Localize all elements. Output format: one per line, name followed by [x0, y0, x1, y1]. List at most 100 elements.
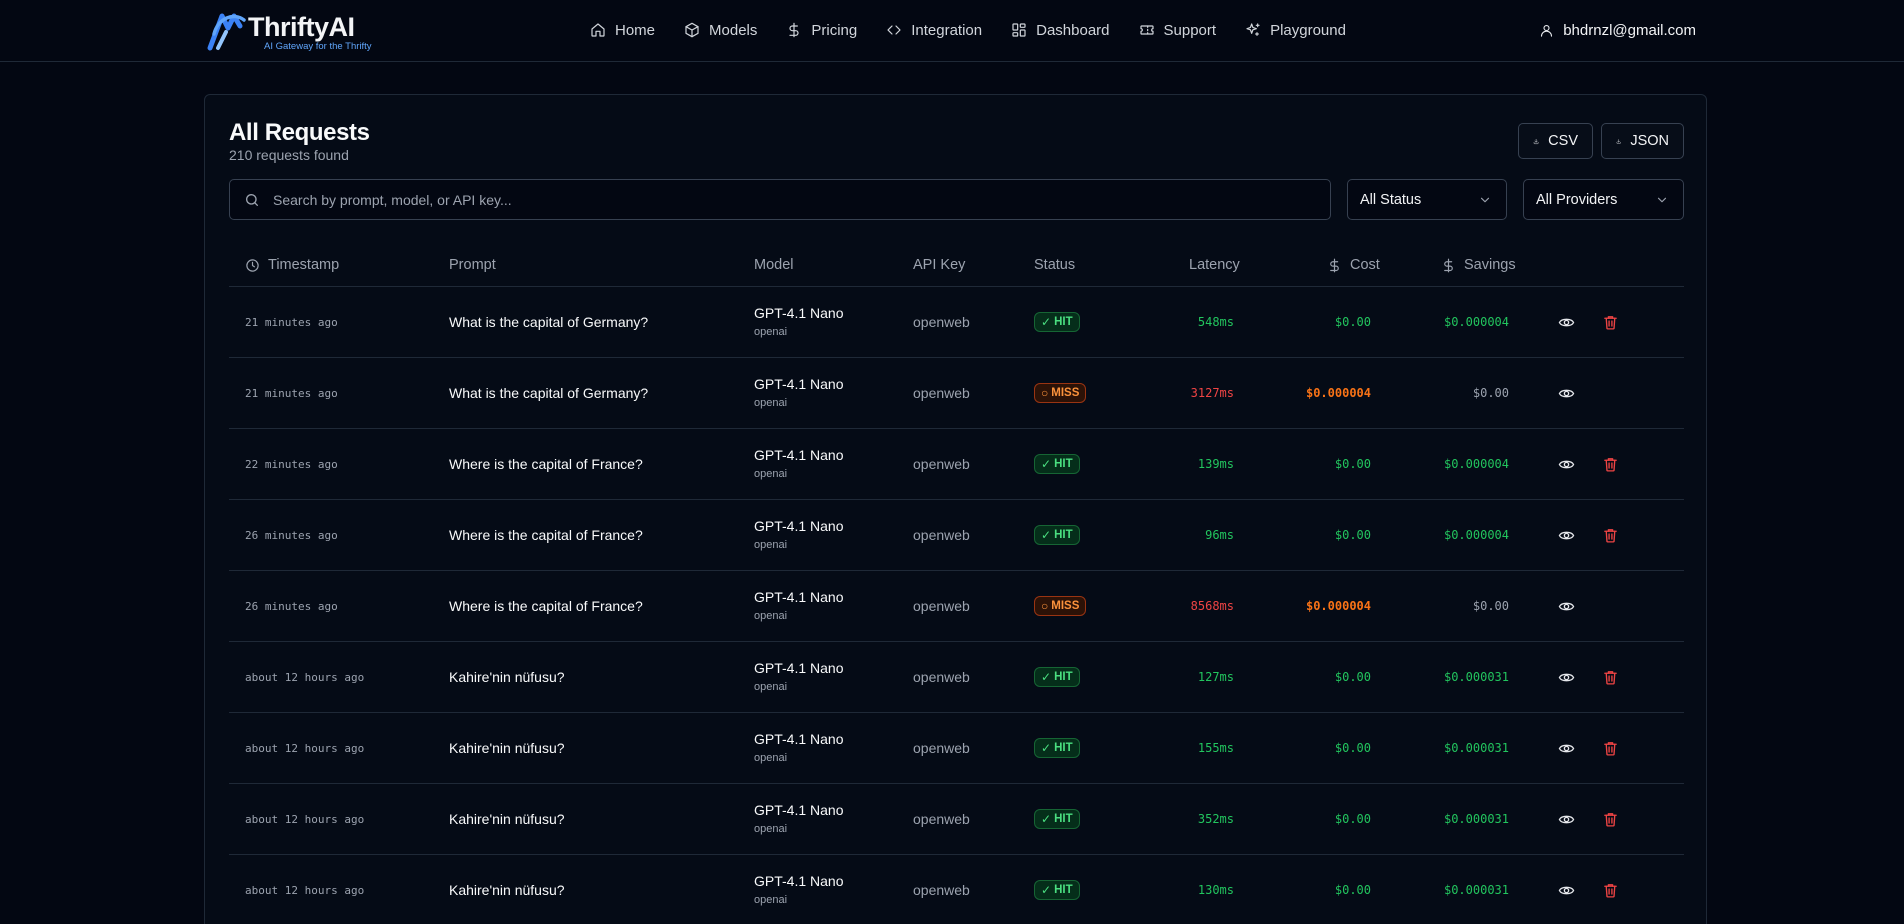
- export-json-button[interactable]: JSON: [1601, 123, 1684, 159]
- delete-button[interactable]: [1602, 713, 1619, 783]
- row-model: GPT-4.1 Nano openai: [754, 784, 844, 854]
- status-glyph-icon: ✓: [1041, 457, 1052, 471]
- nav-pricing[interactable]: Pricing: [786, 22, 857, 39]
- row-latency: 155ms: [1197, 741, 1234, 755]
- grid-icon: [1012, 23, 1026, 37]
- row-cost: $0.00: [1334, 528, 1371, 542]
- delete-button[interactable]: [1602, 429, 1619, 499]
- view-button[interactable]: [1558, 713, 1575, 783]
- nav-support-label: Support: [1163, 21, 1217, 39]
- row-timestamp: 22 minutes ago: [245, 457, 338, 471]
- row-model-name: GPT-4.1 Nano: [754, 802, 844, 818]
- row-status: ○ MISS: [1034, 571, 1087, 641]
- row-model-provider: openai: [754, 397, 788, 409]
- row-model-provider: openai: [754, 326, 788, 338]
- row-model: GPT-4.1 Nano openai: [754, 500, 844, 570]
- delete-button[interactable]: [1602, 855, 1619, 924]
- view-button[interactable]: [1558, 855, 1575, 924]
- row-latency: 3127ms: [1190, 386, 1234, 400]
- nav-home-label: Home: [615, 21, 656, 39]
- status-glyph-icon: ○: [1041, 599, 1049, 613]
- view-button[interactable]: [1558, 784, 1575, 854]
- row-savings: $0.000031: [1443, 741, 1509, 755]
- nav-models[interactable]: Models: [684, 22, 757, 39]
- table-row[interactable]: about 12 hours ago Kahire'nin nüfusu? GP…: [229, 855, 1684, 924]
- table-body: 21 minutes ago What is the capital of Ge…: [229, 287, 1684, 924]
- table-row[interactable]: 26 minutes ago Where is the capital of F…: [229, 500, 1684, 571]
- header-timestamp-label: Timestamp: [268, 257, 340, 273]
- dollar-icon: [1444, 258, 1453, 272]
- delete-button[interactable]: [1602, 500, 1619, 570]
- row-api-key: openweb: [913, 598, 970, 614]
- row-cost: $0.00: [1334, 812, 1371, 826]
- header-savings: Savings: [1441, 243, 1516, 287]
- provider-filter-select[interactable]: All Providers: [1523, 179, 1684, 220]
- nav-dashboard[interactable]: Dashboard: [1011, 21, 1110, 39]
- table-row[interactable]: 21 minutes ago What is the capital of Ge…: [229, 287, 1684, 358]
- sparkles-icon: [1246, 23, 1260, 36]
- delete-button[interactable]: [1602, 642, 1619, 712]
- row-model-provider: openai: [754, 610, 788, 622]
- view-button[interactable]: [1558, 429, 1575, 499]
- row-api-key: openweb: [913, 882, 970, 898]
- table-row[interactable]: 21 minutes ago What is the capital of Ge…: [229, 358, 1684, 429]
- row-model-provider: openai: [754, 681, 788, 693]
- row-model: GPT-4.1 Nano openai: [754, 571, 844, 641]
- delete-button[interactable]: [1602, 784, 1619, 854]
- row-timestamp: 26 minutes ago: [245, 599, 338, 613]
- status-glyph-icon: ✓: [1041, 315, 1052, 329]
- table-row[interactable]: 26 minutes ago Where is the capital of F…: [229, 571, 1684, 642]
- header-status: Status: [1034, 257, 1076, 273]
- requests-card: All Requests 210 requests found CSV JSON…: [204, 94, 1707, 924]
- row-model: GPT-4.1 Nano openai: [754, 713, 844, 783]
- row-api-key: openweb: [913, 527, 970, 543]
- row-cost: $0.00: [1334, 883, 1371, 897]
- view-button[interactable]: [1558, 500, 1575, 570]
- row-savings: $0.000031: [1443, 670, 1509, 684]
- nav-integration[interactable]: Integration: [886, 22, 982, 39]
- brand-logo[interactable]: ThriftyAI AI Gateway for the Thrifty: [204, 8, 372, 52]
- row-status: ✓ HIT: [1034, 713, 1080, 783]
- header-timestamp[interactable]: Timestamp: [245, 243, 339, 287]
- row-latency: 548ms: [1197, 315, 1234, 329]
- row-api-key: openweb: [913, 385, 970, 401]
- trash-icon: [1604, 315, 1617, 330]
- view-button[interactable]: [1558, 358, 1575, 428]
- view-button[interactable]: [1558, 571, 1575, 641]
- search-input[interactable]: [273, 191, 1273, 208]
- table-row[interactable]: about 12 hours ago Kahire'nin nüfusu? GP…: [229, 642, 1684, 713]
- nav-support[interactable]: Support: [1139, 21, 1217, 39]
- row-prompt: What is the capital of Germany?: [449, 385, 649, 401]
- clock-icon: [246, 258, 259, 272]
- nav-dashboard-label: Dashboard: [1036, 21, 1110, 39]
- dollar-icon: [1330, 258, 1339, 272]
- nav-home[interactable]: Home: [590, 22, 655, 39]
- user-menu[interactable]: bhdrnzl@gmail.com: [1539, 0, 1696, 60]
- header-latency: Latency: [1189, 257, 1240, 273]
- view-button[interactable]: [1558, 642, 1575, 712]
- request-count: 210 requests found: [229, 147, 349, 163]
- row-timestamp: about 12 hours ago: [245, 883, 365, 897]
- row-latency: 139ms: [1197, 457, 1234, 471]
- row-prompt: Kahire'nin nüfusu?: [449, 882, 565, 898]
- table-row[interactable]: about 12 hours ago Kahire'nin nüfusu? GP…: [229, 713, 1684, 784]
- table-row[interactable]: about 12 hours ago Kahire'nin nüfusu? GP…: [229, 784, 1684, 855]
- row-model-name: GPT-4.1 Nano: [754, 873, 844, 889]
- nav-playground[interactable]: Playground: [1245, 22, 1346, 39]
- row-cost: $0.000004: [1305, 386, 1371, 400]
- row-model-provider: openai: [754, 539, 788, 551]
- export-csv-button[interactable]: CSV: [1518, 123, 1593, 159]
- row-latency: 8568ms: [1190, 599, 1234, 613]
- status-badge-label: HIT: [1054, 458, 1073, 470]
- requests-table: Timestamp Prompt Model API Key Status La…: [229, 243, 1684, 924]
- status-filter-select[interactable]: All Status: [1347, 179, 1507, 220]
- row-latency: 96ms: [1205, 528, 1234, 542]
- row-model-name: GPT-4.1 Nano: [754, 660, 844, 676]
- table-row[interactable]: 22 minutes ago Where is the capital of F…: [229, 429, 1684, 500]
- row-timestamp: about 12 hours ago: [245, 670, 365, 684]
- view-button[interactable]: [1558, 287, 1575, 357]
- row-status: ✓ HIT: [1034, 500, 1080, 570]
- nav-integration-label: Integration: [911, 21, 983, 39]
- delete-button[interactable]: [1602, 287, 1619, 357]
- row-savings: $0.000031: [1443, 883, 1509, 897]
